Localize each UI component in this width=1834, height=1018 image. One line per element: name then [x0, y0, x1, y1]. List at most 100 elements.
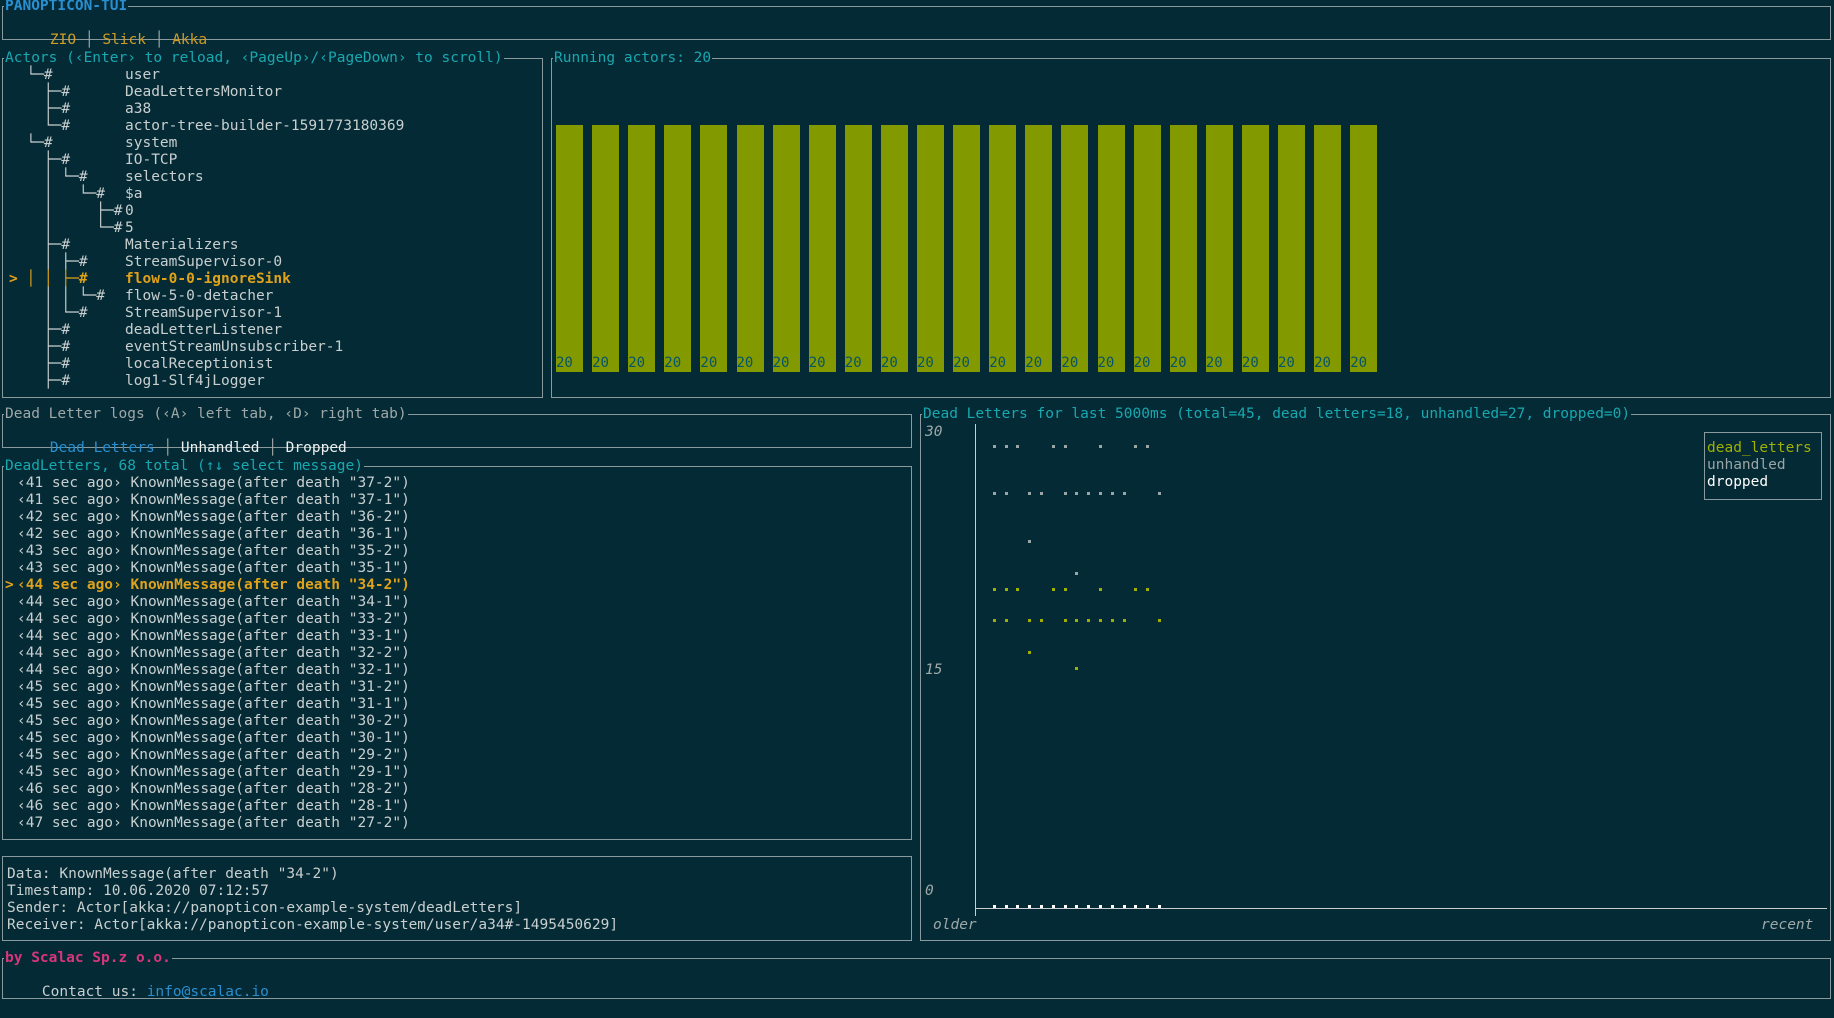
scatter-point-unhandled — [1075, 492, 1079, 496]
scatter-point-unhandled — [992, 444, 996, 448]
scatter-point-dropped — [1016, 905, 1020, 908]
bar-value-label: 20 — [844, 355, 862, 371]
scatter-point-dead-letters — [992, 587, 996, 591]
tree-node[interactable]: ├─# DeadLettersMonitor — [3, 84, 542, 101]
running-actors-bar — [1241, 125, 1269, 372]
tree-node[interactable]: │ └─# $a — [3, 186, 542, 203]
legend-dropped: dropped — [1707, 474, 1769, 490]
message-text: ‹45 sec ago› KnownMessage(after death "2… — [17, 764, 410, 780]
tab-slick[interactable]: Slick — [102, 32, 146, 48]
legend-dead-letters: dead_letters — [1707, 440, 1812, 456]
tree-node[interactable]: ├─# a38 — [3, 101, 542, 118]
app-title: PANOPTICON-TUI — [4, 0, 129, 15]
tree-node[interactable]: > │ │ ├─# flow-0-0-ignoreSink — [3, 271, 542, 288]
logs-title: Dead Letter logs (‹A› left tab, ‹D› righ… — [4, 405, 408, 423]
bar-value-label: 20 — [628, 355, 646, 371]
scatter-point-dropped — [1134, 905, 1138, 908]
scatter-point-unhandled — [1075, 571, 1079, 575]
scatter-point-dropped — [992, 905, 996, 908]
tree-node[interactable]: ├─# localReceptionist — [3, 356, 542, 373]
tree-node[interactable]: │ └─# 5 — [3, 220, 542, 237]
tree-node-label: user — [125, 67, 160, 83]
running-actors-bar — [1350, 125, 1378, 372]
running-actors-bar — [664, 125, 692, 372]
app-header: PANOPTICON-TUI ZIO │ Slick │ Akka — [2, 0, 1831, 48]
tree-node[interactable]: │ └─# StreamSupervisor-1 — [3, 305, 542, 322]
tree-node-label: selectors — [125, 169, 204, 185]
tree-node[interactable]: ├─# eventStreamUnsubscriber-1 — [3, 339, 542, 356]
tree-node[interactable]: ├─# Materializers — [3, 237, 542, 254]
message-text: ‹41 sec ago› KnownMessage(after death "3… — [17, 492, 410, 508]
message-text: ‹44 sec ago› KnownMessage(after death "3… — [17, 594, 410, 610]
logs-tabs-panel: Dead Letter logs (‹A› left tab, ‹D› righ… — [2, 405, 912, 456]
tab-zio[interactable]: ZIO — [50, 32, 76, 48]
running-actors-bar — [917, 125, 944, 372]
running-actors-bar — [556, 125, 583, 372]
tree-node[interactable]: │ ├─# 0 — [3, 203, 542, 220]
scatter-point-dead-letters — [1004, 587, 1008, 591]
tree-node-label: deadLetterListener — [125, 322, 283, 338]
scatter-plot — [921, 415, 1830, 940]
scatter-point-dropped — [1004, 905, 1008, 908]
tree-branch: └─# — [9, 118, 71, 134]
bar-value-label: 20 — [592, 355, 609, 371]
tab-unhandled[interactable]: Unhandled — [181, 440, 260, 456]
running-actors-bar — [844, 125, 872, 372]
tree-node[interactable]: │ └─# selectors — [3, 169, 542, 186]
tree-node[interactable]: │ ├─# StreamSupervisor-0 — [3, 254, 542, 271]
contact-email-link[interactable]: info@scalac.io — [147, 984, 269, 1000]
scatter-point-unhandled — [1146, 444, 1150, 448]
footer-panel: by Scalac Sp.z o.o. Contact us: info@sca… — [2, 949, 1831, 1000]
tree-node[interactable]: └─# actor-tree-builder-1591773180369 — [3, 118, 542, 135]
scatter-point-unhandled — [1063, 492, 1067, 496]
scatter-point-dropped — [1075, 905, 1079, 908]
tree-node-label: a38 — [125, 101, 152, 117]
tree-node[interactable]: ├─# IO-TCP — [3, 152, 542, 169]
tree-node-label: eventStreamUnsubscriber-1 — [125, 339, 344, 355]
tab-dead-letters[interactable]: Dead Letters — [50, 440, 155, 456]
message-text: ‹44 sec ago› KnownMessage(after death "3… — [17, 662, 410, 678]
scatter-point-unhandled — [1004, 444, 1008, 448]
scatter-point-dropped — [1122, 905, 1126, 908]
tree-branch: │ └─# — [9, 220, 123, 236]
bar-value-label: 20 — [700, 355, 718, 371]
message-text: ‹47 sec ago› KnownMessage(after death "2… — [17, 815, 410, 831]
tree-node[interactable]: │ │ └─# flow-5-0-detacher — [3, 288, 542, 305]
scatter-point-unhandled — [1063, 444, 1067, 448]
bar-value-label: 20 — [556, 355, 573, 371]
scatter-point-unhandled — [1122, 492, 1126, 496]
tree-branch: ├─# — [9, 356, 71, 372]
detail-data: Data: KnownMessage(after death "34-2") — [7, 866, 339, 882]
tree-branch: ├─# — [9, 101, 71, 117]
tree-branch: └─# — [9, 67, 53, 83]
tab-dropped[interactable]: Dropped — [286, 440, 347, 456]
detail-receiver: Receiver: Actor[akka://panopticon-exampl… — [7, 917, 619, 933]
bar-value-label: 20 — [664, 355, 682, 371]
tree-node-label: 5 — [125, 220, 134, 236]
tree-node[interactable]: └─# system — [3, 135, 542, 152]
message-text: ‹45 sec ago› KnownMessage(after death "3… — [17, 696, 410, 712]
bar-value-label: 20 — [1314, 355, 1331, 371]
tree-node[interactable]: ├─# deadLetterListener — [3, 322, 542, 339]
tree-node-label: log1-Slf4jLogger — [125, 373, 265, 389]
tree-branch: │ └─# — [9, 186, 106, 202]
scatter-point-dropped — [1051, 905, 1055, 908]
tree-branch: ├─# — [9, 237, 71, 253]
scatter-point-dead-letters — [1075, 667, 1079, 670]
tree-node[interactable]: └─# user — [3, 67, 542, 84]
scatter-point-dead-letters — [1040, 619, 1043, 623]
bar-value-label: 20 — [953, 355, 970, 371]
bar-value-label: 20 — [1025, 355, 1043, 371]
running-actors-bar — [808, 125, 836, 372]
tab-akka[interactable]: Akka — [172, 32, 207, 48]
actors-panel: Actors (‹Enter› to reload, ‹PageUp›/‹Pag… — [2, 49, 543, 398]
contact-label: Contact us: — [41, 984, 147, 1000]
running-actors-bar — [880, 125, 908, 372]
tree-node[interactable]: ├─# log1-Slf4jLogger — [3, 373, 542, 390]
scatter-point-unhandled — [1158, 492, 1161, 496]
bar-value-label: 20 — [1350, 355, 1368, 371]
tree-node-label: StreamSupervisor-1 — [125, 305, 283, 321]
tree-branch: │ │ └─# — [9, 288, 106, 304]
scatter-point-dropped — [1087, 905, 1091, 908]
running-actors-bar — [628, 125, 656, 372]
